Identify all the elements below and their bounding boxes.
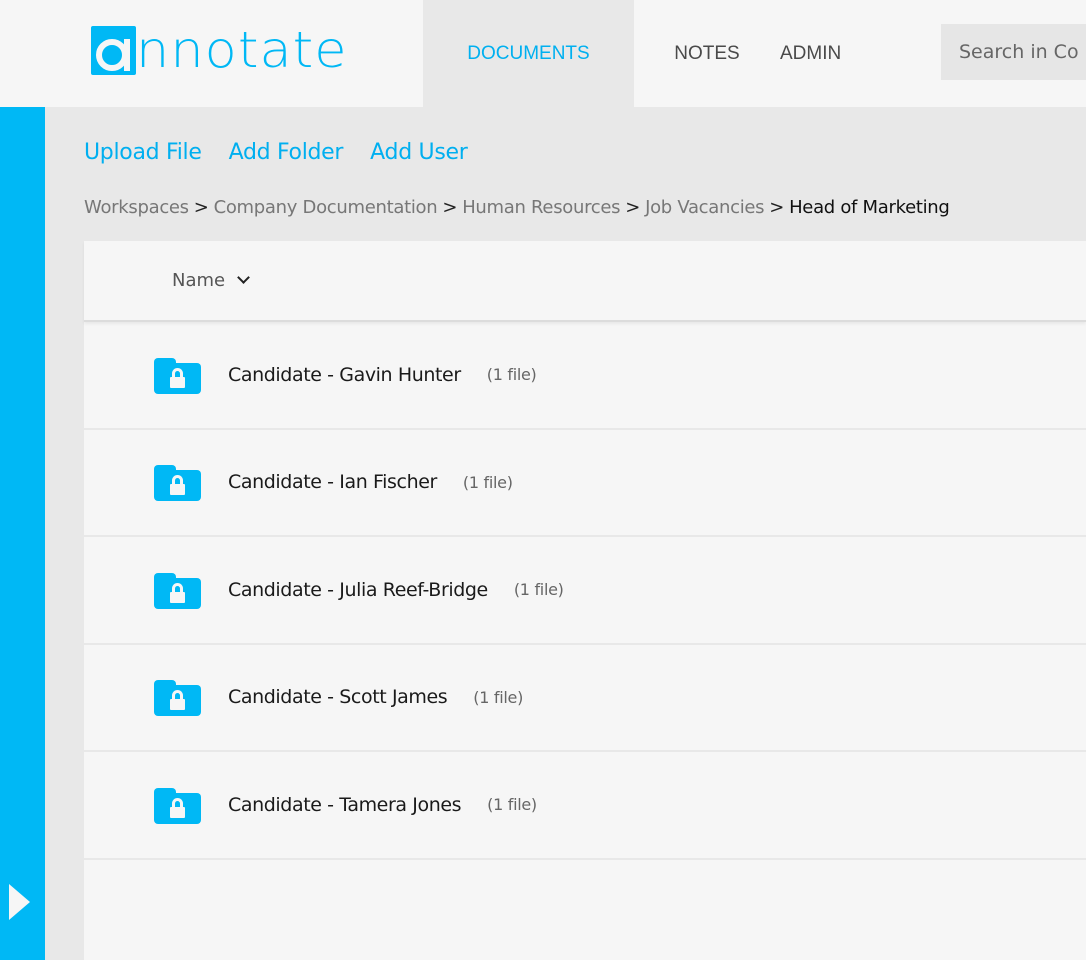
nav-tab-admin[interactable]: ADMIN — [780, 0, 922, 107]
expand-sidebar-arrow-icon[interactable] — [9, 884, 30, 920]
logo-text: nnotate — [136, 21, 348, 79]
locked-folder-icon — [154, 357, 201, 394]
breadcrumb-company-documentation[interactable]: Company Documentation — [214, 197, 438, 218]
breadcrumb-human-resources[interactable]: Human Resources — [462, 197, 620, 218]
file-count: (1 file) — [513, 580, 564, 600]
column-header-name: Name — [172, 270, 226, 291]
file-count: (1 file) — [462, 472, 513, 492]
locked-folder-icon — [154, 680, 201, 717]
nav-tab-documents[interactable]: DOCUMENTS — [423, 0, 634, 107]
folder-list: Name Candidate - Gavin Hunter (1 file) C… — [84, 241, 1086, 960]
breadcrumb-separator: > — [442, 197, 458, 218]
breadcrumb: Workspaces > Company Documentation > Human R… — [84, 197, 950, 218]
folder-name[interactable]: Candidate - Tamera Jones — [228, 794, 462, 816]
sidebar — [0, 107, 45, 960]
folder-name[interactable]: Candidate - Julia Reef-Bridge — [228, 579, 488, 601]
main-nav: DOCUMENTS NOTES ADMIN — [423, 0, 922, 107]
sort-by-name-button[interactable]: Name — [172, 270, 250, 291]
nav-tab-notes[interactable]: NOTES — [634, 0, 780, 107]
locked-folder-icon — [154, 572, 201, 609]
breadcrumb-current: Head of Marketing — [789, 197, 950, 218]
top-navigation-bar: nnotate DOCUMENTS NOTES ADMIN — [0, 0, 1086, 107]
folder-name[interactable]: Candidate - Scott James — [228, 686, 448, 708]
breadcrumb-separator: > — [193, 197, 209, 218]
file-count: (1 file) — [487, 795, 537, 815]
add-folder-link[interactable]: Add Folder — [229, 140, 344, 165]
annotate-logo[interactable]: nnotate — [91, 25, 347, 75]
file-count: (1 file) — [473, 687, 524, 707]
folder-row[interactable]: Candidate - Tamera Jones (1 file) — [84, 752, 1086, 860]
folder-name[interactable]: Candidate - Gavin Hunter — [228, 364, 461, 386]
folder-name[interactable]: Candidate - Ian Fischer — [228, 471, 437, 493]
action-links: Upload File Add Folder Add User — [84, 140, 495, 165]
breadcrumb-separator: > — [769, 197, 785, 218]
breadcrumb-job-vacancies[interactable]: Job Vacancies — [645, 197, 765, 218]
file-count: (1 file) — [486, 365, 537, 385]
breadcrumb-separator: > — [625, 197, 641, 218]
list-header: Name — [84, 241, 1086, 322]
breadcrumb-workspaces[interactable]: Workspaces — [84, 197, 189, 218]
search-input[interactable] — [941, 24, 1086, 80]
locked-folder-icon — [154, 465, 201, 502]
folder-row[interactable]: Candidate - Julia Reef-Bridge (1 file) — [84, 537, 1086, 645]
locked-folder-icon — [154, 787, 201, 824]
add-user-link[interactable]: Add User — [370, 140, 468, 165]
chevron-down-icon — [237, 271, 250, 284]
folder-row[interactable]: Candidate - Scott James (1 file) — [84, 645, 1086, 752]
upload-file-link[interactable]: Upload File — [84, 140, 202, 165]
folder-row[interactable]: Candidate - Gavin Hunter (1 file) — [84, 322, 1086, 430]
logo-a-icon — [91, 25, 136, 75]
folder-row[interactable]: Candidate - Ian Fischer (1 file) — [84, 430, 1086, 537]
